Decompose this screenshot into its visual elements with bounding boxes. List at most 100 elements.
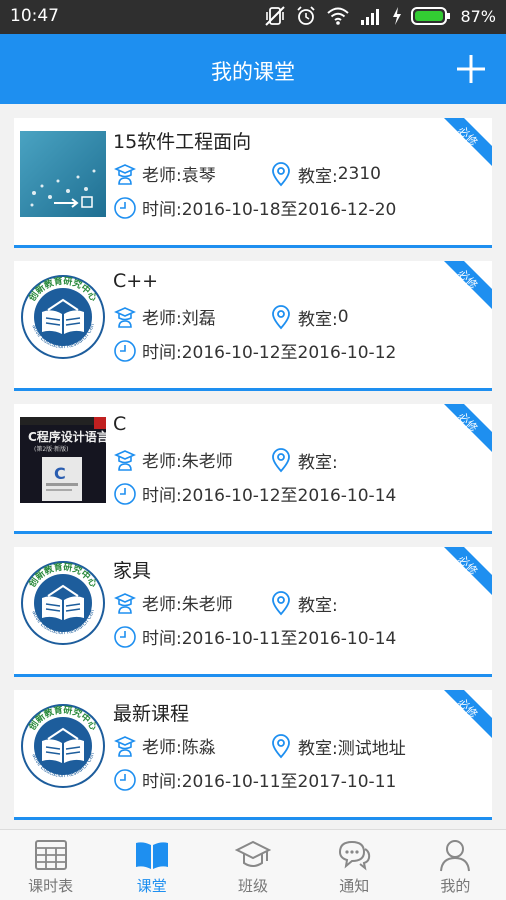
room-label: 教室:: [298, 166, 338, 187]
timetable-icon: [34, 840, 67, 870]
required-badge: 必修: [444, 547, 492, 595]
institute-logo-icon: 创新教育研究中心 Creative Education Research Cen…: [20, 703, 106, 789]
location-pin-icon: [272, 162, 290, 187]
teacher-row: 老师: 刘磊: [113, 304, 216, 329]
battery-icon: [411, 7, 451, 25]
teacher-row: 老师: 陈淼: [113, 733, 216, 758]
required-badge: 必修: [444, 261, 492, 309]
course-title: 15软件工程面向: [113, 131, 252, 153]
time-row: 时间: 2016-10-11至2017-10-11: [113, 767, 396, 792]
time-label: 时间:: [142, 772, 182, 792]
teacher-label: 老师:: [142, 595, 182, 615]
course-title: 最新课程: [113, 703, 190, 725]
time-row: 时间: 2016-10-12至2016-10-12: [113, 338, 396, 363]
teacher-icon: [114, 735, 136, 757]
charging-bolt-icon: [393, 7, 402, 25]
course-thumbnail: 创新教育研究中心 Creative Education Research Cen…: [20, 274, 106, 360]
room-value: 0: [337, 307, 349, 327]
time-row: 时间: 2016-10-12至2016-10-14: [113, 481, 396, 506]
nav-label-classroom: 课堂: [136, 877, 167, 895]
nav-tab-timetable[interactable]: 课时表: [0, 830, 101, 900]
bottom-nav: 课时表 课堂 班级 通知 我的: [0, 829, 506, 900]
room-value: 测试地址: [337, 738, 406, 759]
time-label: 时间:: [142, 343, 182, 363]
nav-tab-classroom[interactable]: 课堂: [101, 830, 202, 900]
status-icons: 87%: [264, 5, 496, 27]
teacher-label: 老师:: [142, 452, 182, 472]
teacher-name: 刘磊: [181, 309, 216, 329]
course-period: 2016-10-18至2016-12-20: [181, 200, 397, 220]
room-label: 教室:: [298, 309, 338, 330]
nav-tab-class[interactable]: 班级: [202, 830, 303, 900]
time-label: 时间:: [142, 629, 182, 649]
required-badge: 必修: [444, 404, 492, 452]
teacher-label: 老师:: [142, 738, 182, 758]
teacher-icon: [114, 449, 136, 471]
teacher-name: 朱老师: [181, 595, 233, 615]
room-label: 教室:: [298, 595, 338, 616]
wifi-icon: [327, 7, 350, 25]
page-title: 我的课堂: [211, 60, 295, 84]
book-cover-image: C程序设计语言 (第2版·新版) C: [20, 417, 106, 503]
course-period: 2016-10-12至2016-10-12: [181, 343, 397, 363]
location-pin-icon: [272, 734, 290, 759]
teacher-row: 老师: 朱老师: [113, 590, 233, 615]
teacher-name: 朱老师: [181, 452, 233, 472]
teacher-row: 老师: 朱老师: [113, 447, 233, 472]
teacher-icon: [114, 306, 136, 328]
app-bar: 我的课堂: [0, 34, 506, 104]
room-label: 教室:: [298, 452, 338, 473]
graduation-cap-icon: [235, 840, 271, 867]
room-row: 教室:: [270, 447, 338, 473]
book-title: C程序设计语言: [28, 429, 106, 444]
svg-text:C: C: [54, 464, 66, 483]
nav-label-mine: 我的: [440, 877, 471, 895]
clock-icon: [114, 768, 136, 791]
course-card[interactable]: 15软件工程面向 老师: 袁琴 教室: 2310 时间: 2016-10-18至…: [14, 118, 492, 248]
course-card[interactable]: 创新教育研究中心 Creative Education Research Cen…: [14, 547, 492, 677]
battery-percent: 87%: [460, 6, 496, 26]
course-period: 2016-10-12至2016-10-14: [181, 486, 397, 506]
course-thumbnail: 创新教育研究中心 Creative Education Research Cen…: [20, 703, 106, 789]
required-badge: 必修: [444, 118, 492, 166]
teacher-name: 陈淼: [181, 738, 216, 758]
plus-icon[interactable]: [454, 52, 488, 86]
teacher-label: 老师:: [142, 166, 182, 186]
course-card[interactable]: C程序设计语言 (第2版·新版) C C 老师: 朱老师 教室: 时间: 201…: [14, 404, 492, 534]
alarm-icon: [297, 6, 316, 25]
teacher-row: 老师: 袁琴: [113, 161, 216, 186]
course-thumbnail: C程序设计语言 (第2版·新版) C: [20, 417, 106, 503]
course-card[interactable]: 创新教育研究中心 Creative Education Research Cen…: [14, 690, 492, 820]
person-icon: [440, 840, 471, 872]
teacher-icon: [114, 163, 136, 185]
room-label: 教室:: [298, 738, 338, 759]
nav-tab-notice[interactable]: 通知: [304, 830, 405, 900]
status-bar: 10:47 87%: [0, 0, 506, 34]
nav-label-class: 班级: [238, 877, 269, 895]
nav-tab-mine[interactable]: 我的: [405, 830, 506, 900]
course-card[interactable]: 创新教育研究中心 Creative Education Research Cen…: [14, 261, 492, 391]
signal-icon: [361, 9, 380, 25]
clock-icon: [114, 482, 136, 505]
nav-label-notice: 通知: [339, 877, 370, 895]
teacher-label: 老师:: [142, 309, 182, 329]
time-row: 时间: 2016-10-11至2016-10-14: [113, 624, 396, 649]
institute-logo-icon: 创新教育研究中心 Creative Education Research Cen…: [20, 274, 106, 360]
book-subtitle: (第2版·新版): [34, 445, 68, 453]
course-period: 2016-10-11至2016-10-14: [181, 629, 397, 649]
location-pin-icon: [272, 305, 290, 330]
course-period: 2016-10-11至2017-10-11: [181, 772, 397, 792]
open-book-icon: [135, 842, 168, 869]
institute-logo-icon: 创新教育研究中心 Creative Education Research Cen…: [20, 560, 106, 646]
teacher-name: 袁琴: [181, 166, 216, 186]
clock-icon: [114, 625, 136, 648]
nav-label-timetable: 课时表: [28, 877, 74, 895]
time-row: 时间: 2016-10-18至2016-12-20: [113, 195, 396, 220]
status-time: 10:47: [10, 6, 59, 26]
vibrate-off-icon: [265, 6, 286, 26]
clock-icon: [114, 339, 136, 362]
course-title: 家具: [113, 560, 152, 582]
location-pin-icon: [272, 448, 290, 473]
course-thumbnail: 创新教育研究中心 Creative Education Research Cen…: [20, 560, 106, 646]
course-cover-photo: [20, 131, 106, 217]
